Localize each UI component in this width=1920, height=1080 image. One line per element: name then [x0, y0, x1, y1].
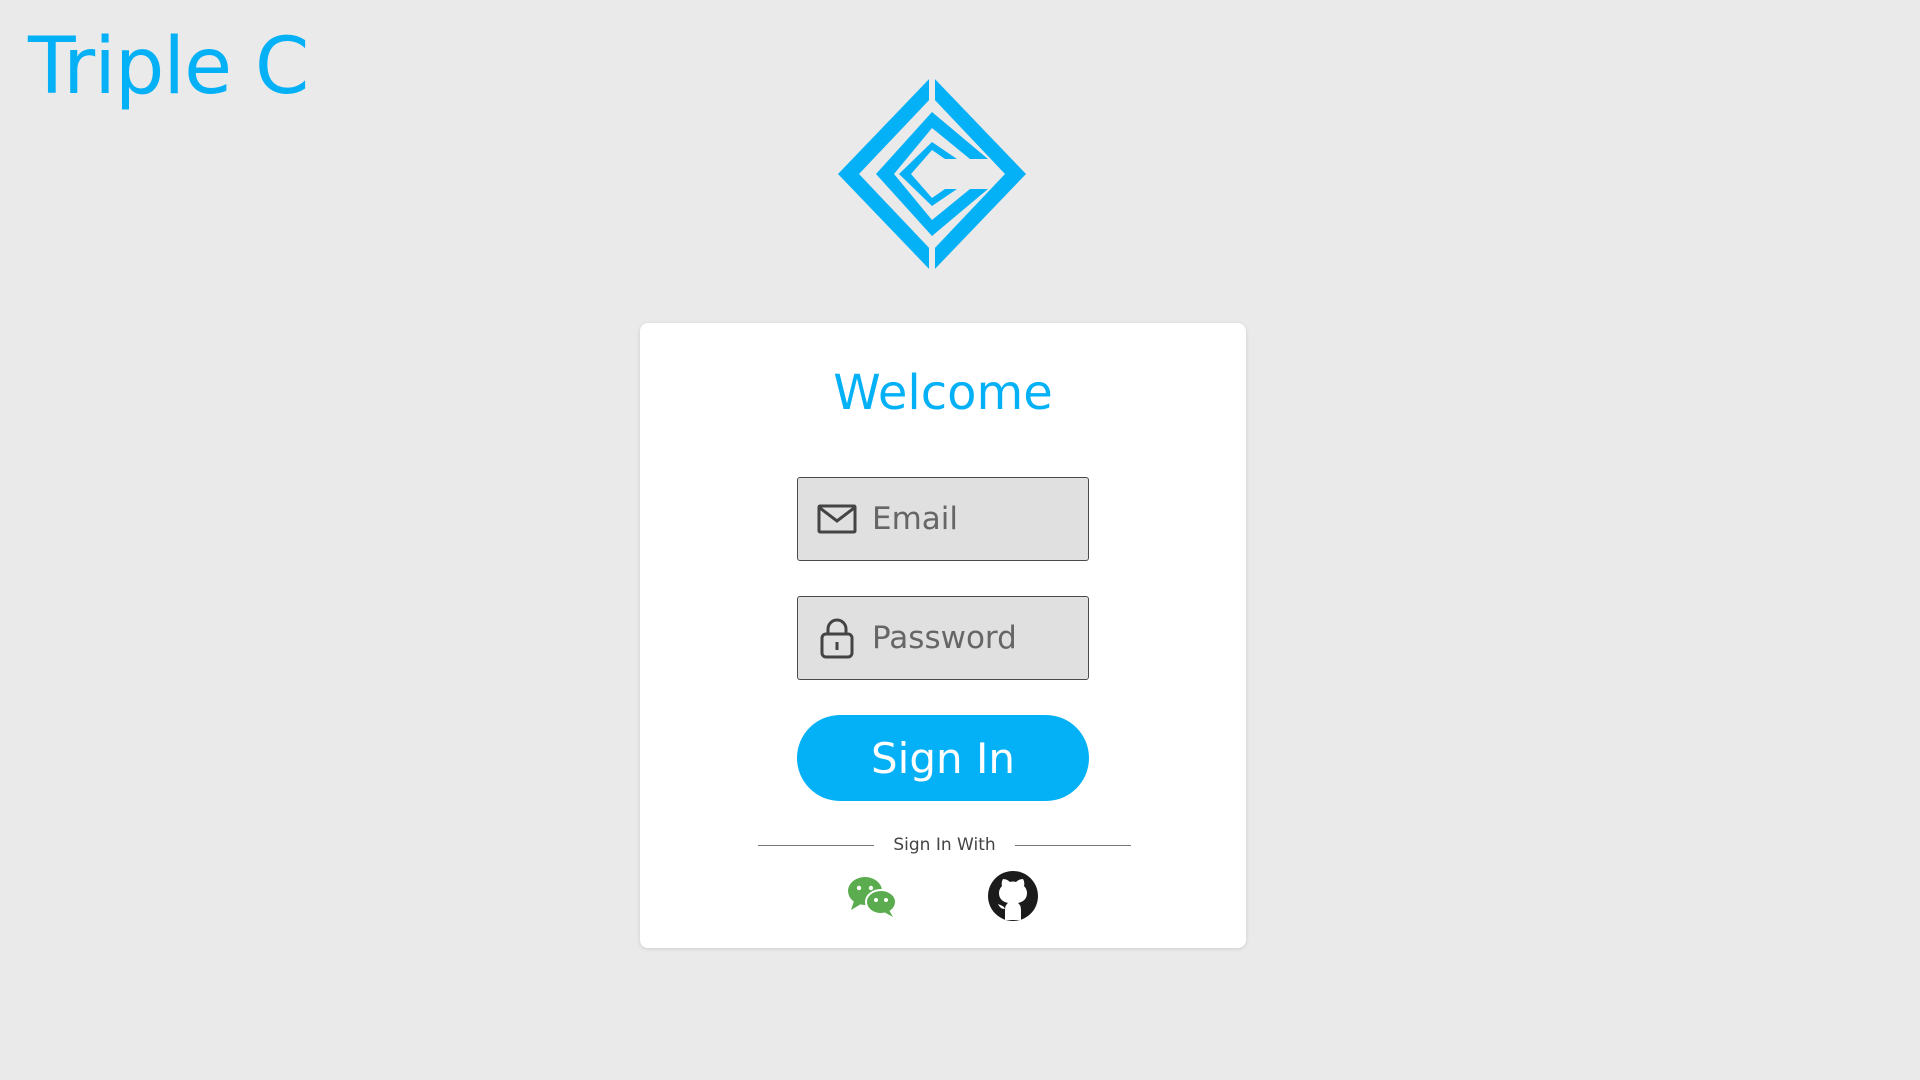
divider-right-line	[1015, 845, 1131, 846]
welcome-heading: Welcome	[833, 365, 1053, 421]
sign-in-button[interactable]: Sign In	[797, 715, 1089, 801]
triple-c-logo-icon	[838, 76, 1026, 272]
sign-in-card: Welcome Sign In Sign In With	[640, 323, 1246, 948]
github-sign-in-button[interactable]	[985, 870, 1041, 926]
wechat-icon	[846, 874, 898, 923]
brand-title: Triple C	[28, 22, 309, 112]
password-input[interactable]	[872, 620, 1082, 656]
email-field[interactable]	[797, 477, 1089, 561]
divider-left-line	[758, 845, 874, 846]
wechat-sign-in-button[interactable]	[844, 870, 900, 926]
envelope-icon	[816, 498, 858, 540]
lock-icon	[816, 617, 858, 659]
sign-in-with-label: Sign In With	[893, 835, 996, 855]
email-input[interactable]	[872, 501, 1082, 537]
github-icon	[987, 870, 1039, 927]
password-field[interactable]	[797, 596, 1089, 680]
